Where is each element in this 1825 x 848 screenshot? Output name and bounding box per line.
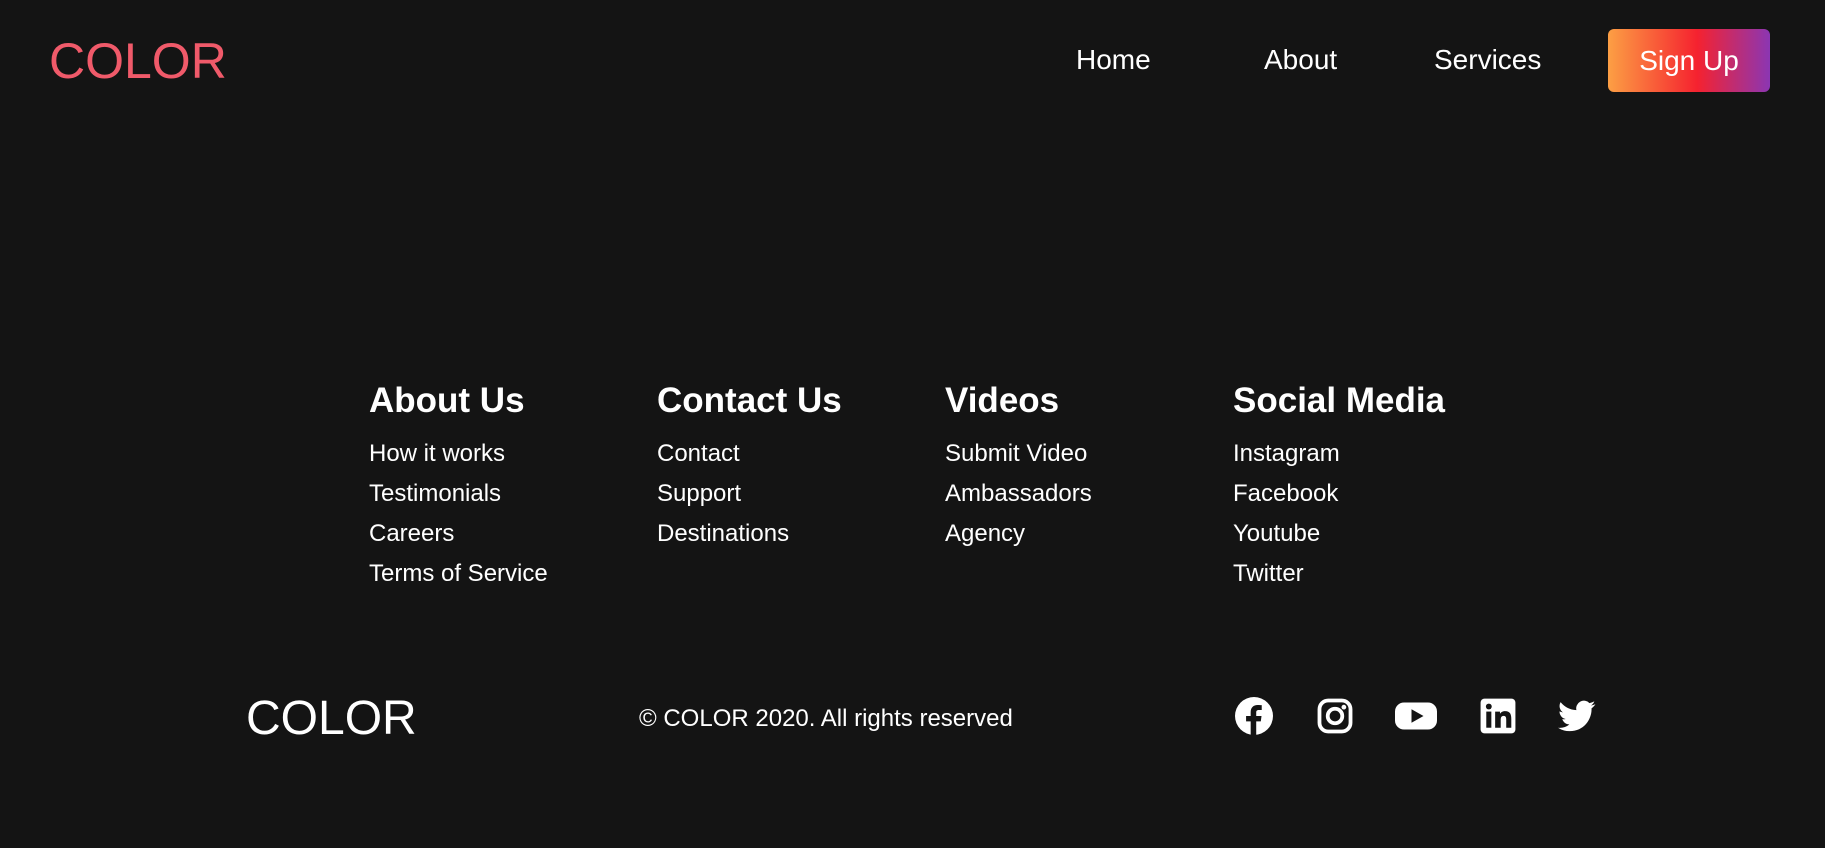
- twitter-icon[interactable]: [1558, 697, 1596, 735]
- footer-link-ambassadors[interactable]: Ambassadors: [945, 480, 1205, 520]
- footer-link-testimonials[interactable]: Testimonials: [369, 480, 629, 520]
- instagram-icon-graphic: [1317, 698, 1353, 734]
- footer-logo[interactable]: COLOR: [246, 693, 417, 745]
- copyright-text: © COLOR 2020. All rights reserved: [639, 705, 1013, 732]
- sign-up-button[interactable]: Sign Up: [1608, 29, 1770, 92]
- page: COLOR Home About Services Sign Up About …: [0, 0, 1825, 848]
- footer-column-title: About Us: [369, 381, 525, 420]
- footer-column-social-media: Social Media Instagram Facebook Youtube …: [1233, 380, 1493, 600]
- footer-link-how-it-works[interactable]: How it works: [369, 440, 629, 480]
- youtube-icon[interactable]: [1395, 697, 1437, 735]
- nav-link-about[interactable]: About: [1264, 44, 1337, 76]
- footer-column-title: Videos: [945, 381, 1060, 420]
- footer-link-facebook[interactable]: Facebook: [1233, 480, 1493, 520]
- navbar: COLOR Home About Services Sign Up: [0, 0, 1825, 120]
- footer-link-agency[interactable]: Agency: [945, 520, 1205, 560]
- footer-link-destinations[interactable]: Destinations: [657, 520, 917, 560]
- nav-link-home[interactable]: Home: [1076, 44, 1151, 76]
- nav-link-services[interactable]: Services: [1434, 44, 1541, 76]
- navbar-logo[interactable]: COLOR: [49, 33, 227, 89]
- footer-link-twitter[interactable]: Twitter: [1233, 560, 1493, 600]
- facebook-icon-graphic: [1235, 697, 1273, 735]
- linkedin-icon[interactable]: [1479, 697, 1517, 735]
- youtube-icon-graphic: [1395, 702, 1437, 730]
- footer-link-careers[interactable]: Careers: [369, 520, 629, 560]
- footer-link-submit-video[interactable]: Submit Video: [945, 440, 1205, 480]
- footer-link-youtube[interactable]: Youtube: [1233, 520, 1493, 560]
- footer-column-videos: Videos Submit Video Ambassadors Agency: [945, 380, 1205, 560]
- footer-link-terms-of-service[interactable]: Terms of Service: [369, 560, 629, 600]
- footer-link-contact[interactable]: Contact: [657, 440, 917, 480]
- footer-column-title: Contact Us: [657, 381, 842, 420]
- footer-column-title: Social Media: [1233, 381, 1446, 420]
- footer-column-contact-us: Contact Us Contact Support Destinations: [657, 380, 917, 560]
- facebook-icon[interactable]: [1235, 697, 1273, 735]
- footer-link-support[interactable]: Support: [657, 480, 917, 520]
- linkedin-icon-graphic: [1480, 698, 1516, 734]
- footer-link-instagram[interactable]: Instagram: [1233, 440, 1493, 480]
- twitter-icon-graphic: [1558, 700, 1596, 732]
- instagram-icon[interactable]: [1316, 697, 1354, 735]
- footer-column-about-us: About Us How it works Testimonials Caree…: [369, 380, 629, 600]
